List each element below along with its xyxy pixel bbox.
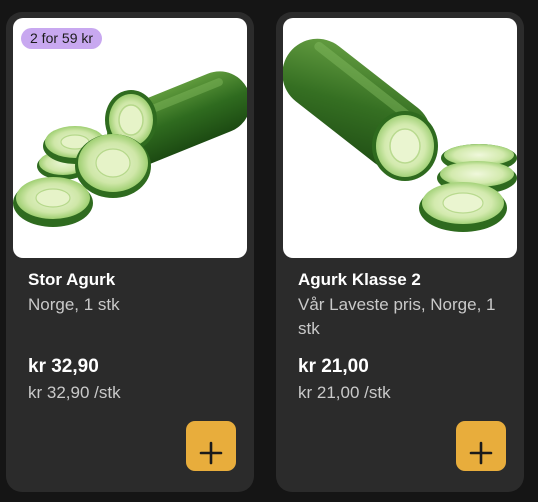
product-price: kr 32,90	[28, 356, 99, 377]
product-title[interactable]: Stor Agurk	[28, 268, 238, 292]
product-card[interactable]: Agurk Klasse 2 Vår Laveste pris, Norge, …	[276, 12, 524, 492]
product-image[interactable]	[283, 18, 517, 258]
product-price: kr 21,00	[298, 356, 369, 377]
product-grid: 2 for 59 kr Stor Agurk Norge, 1 stk kr 3…	[0, 0, 538, 502]
product-description: Norge, 1 stk	[28, 295, 120, 314]
plus-icon	[469, 441, 493, 464]
unit-price: kr 32,90 /stk	[28, 383, 121, 402]
product-card[interactable]: 2 for 59 kr Stor Agurk Norge, 1 stk kr 3…	[6, 12, 254, 492]
promo-badge: 2 for 59 kr	[21, 28, 103, 49]
product-description: Vår Laveste pris, Norge, 1 stk	[298, 295, 496, 338]
cucumber-cut-image	[283, 38, 517, 232]
product-title[interactable]: Agurk Klasse 2	[298, 268, 508, 292]
product-image[interactable]: 2 for 59 kr	[13, 18, 247, 258]
plus-icon	[199, 441, 223, 464]
cucumber-sliced-image	[13, 71, 247, 227]
add-to-cart-button[interactable]	[456, 421, 506, 471]
unit-price: kr 21,00 /stk	[298, 383, 391, 402]
add-to-cart-button[interactable]	[186, 421, 236, 471]
